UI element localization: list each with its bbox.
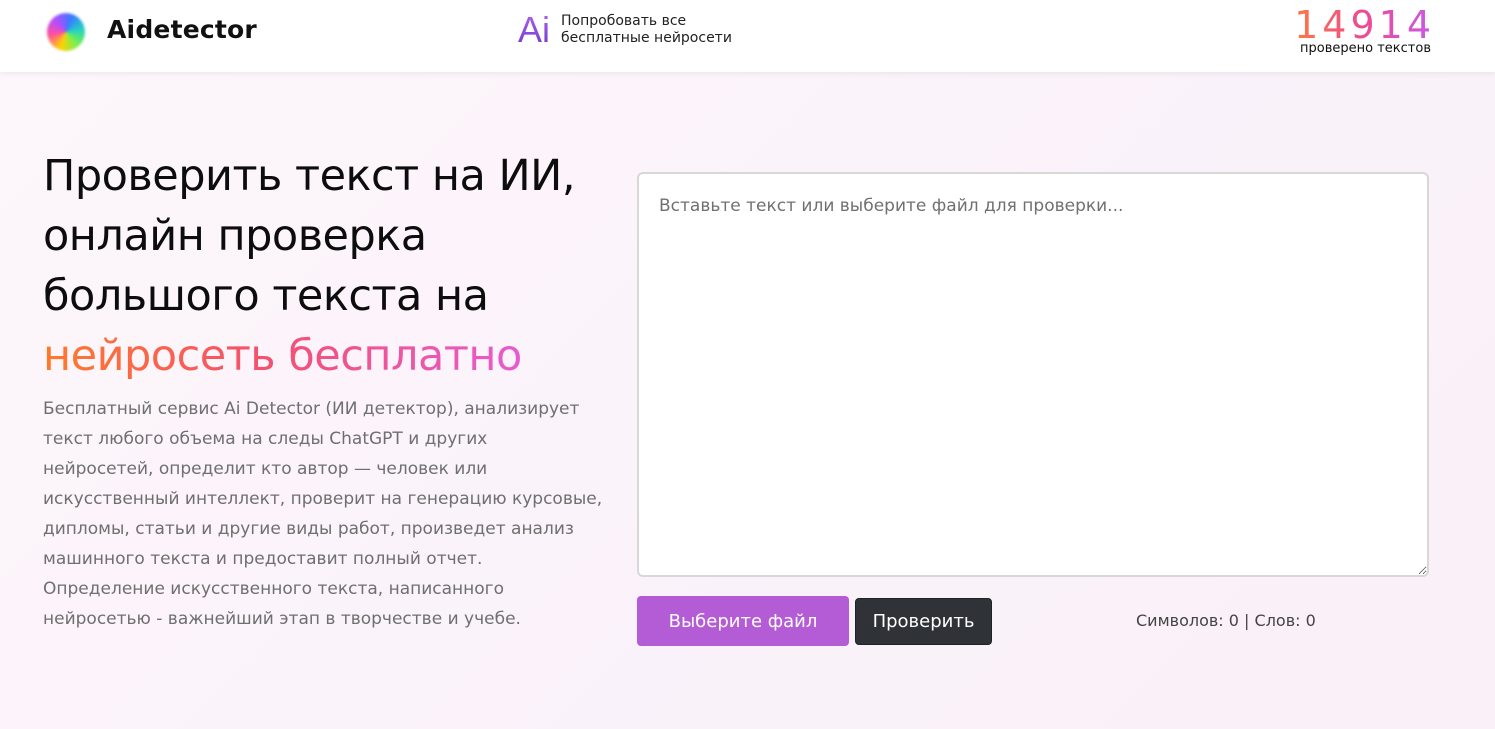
counter-value: 14914 <box>1271 5 1435 45</box>
title-line-2: онлайн проверка <box>43 211 427 261</box>
title-accent: нейросеть бесплатно <box>43 331 522 381</box>
page-title: Проверить текст на ИИ, онлайн проверка б… <box>43 146 623 386</box>
try-link-line2: бесплатные нейросети <box>561 30 732 46</box>
text-input-area[interactable] <box>637 172 1429 577</box>
hero-description: Бесплатный сервис Ai Detector (ИИ детект… <box>43 399 603 629</box>
try-link-text: Попробовать все бесплатные нейросети <box>561 13 761 47</box>
logo-text[interactable]: Aidetector <box>107 15 257 44</box>
title-line-1: Проверить текст на ИИ, <box>43 151 576 201</box>
ai-icon: Ai <box>518 9 551 50</box>
check-button[interactable]: Проверить <box>855 598 992 645</box>
character-word-count: Символов: 0 | Слов: 0 <box>1136 611 1316 630</box>
try-link-line1: Попробовать все <box>561 13 687 29</box>
checked-texts-counter: 14914 проверено текстов <box>1271 5 1431 56</box>
site-header: Aidetector Ai Попробовать все бесплатные… <box>0 0 1495 72</box>
logo-orb-icon[interactable] <box>47 13 85 51</box>
choose-file-button[interactable]: Выберите файл <box>637 596 849 646</box>
title-line-3: большого текста на <box>43 271 489 321</box>
